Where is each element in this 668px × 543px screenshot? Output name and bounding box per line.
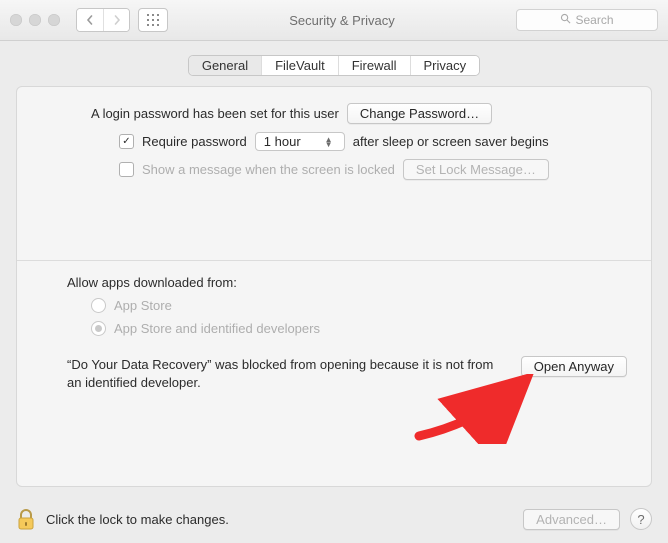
back-button[interactable] <box>77 9 103 31</box>
blocked-app-message: “Do Your Data Recovery” was blocked from… <box>67 356 507 391</box>
tab-bar: General FileVault Firewall Privacy <box>188 55 480 76</box>
lock-hint-text: Click the lock to make changes. <box>46 512 513 527</box>
forward-button[interactable] <box>103 9 129 31</box>
window-title: Security & Privacy <box>176 13 508 28</box>
stepper-icon: ▲▼ <box>325 137 333 147</box>
advanced-button[interactable]: Advanced… <box>523 509 620 530</box>
security-privacy-window: Security & Privacy Search General FileVa… <box>0 0 668 543</box>
set-lock-message-button: Set Lock Message… <box>403 159 549 180</box>
help-button[interactable]: ? <box>630 508 652 530</box>
allow-apps-heading: Allow apps downloaded from: <box>67 275 237 290</box>
require-password-checkbox[interactable] <box>119 134 134 149</box>
radio-app-store-label: App Store <box>114 298 172 313</box>
show-all-prefs-button[interactable] <box>138 8 168 32</box>
radio-identified-developers-label: App Store and identified developers <box>114 321 320 336</box>
footer: Click the lock to make changes. Advanced… <box>0 499 668 543</box>
titlebar: Security & Privacy Search <box>0 0 668 41</box>
tab-firewall[interactable]: Firewall <box>339 56 411 75</box>
open-anyway-button[interactable]: Open Anyway <box>521 356 627 377</box>
tab-privacy[interactable]: Privacy <box>411 56 480 75</box>
tab-row: General FileVault Firewall Privacy <box>0 41 668 86</box>
require-password-label: Require password <box>142 134 247 149</box>
show-message-label: Show a message when the screen is locked <box>142 162 395 177</box>
lock-icon[interactable] <box>16 507 36 531</box>
after-sleep-text: after sleep or screen saver begins <box>353 134 549 149</box>
general-panel: A login password has been set for this u… <box>16 86 652 487</box>
nav-back-forward <box>76 8 130 32</box>
search-placeholder: Search <box>575 13 613 27</box>
show-message-checkbox[interactable] <box>119 162 134 177</box>
require-password-delay-select[interactable]: 1 hour ▲▼ <box>255 132 345 151</box>
change-password-button[interactable]: Change Password… <box>347 103 492 124</box>
radio-app-store <box>91 298 106 313</box>
search-icon <box>560 13 571 27</box>
zoom-window-button[interactable] <box>48 14 60 26</box>
tab-filevault[interactable]: FileVault <box>262 56 339 75</box>
tab-general[interactable]: General <box>189 56 262 75</box>
minimize-window-button[interactable] <box>29 14 41 26</box>
login-password-set-text: A login password has been set for this u… <box>91 106 339 121</box>
close-window-button[interactable] <box>10 14 22 26</box>
search-input[interactable]: Search <box>516 9 658 31</box>
require-password-delay-value: 1 hour <box>264 134 301 149</box>
radio-identified-developers <box>91 321 106 336</box>
section-divider <box>17 260 651 261</box>
window-controls <box>10 14 60 26</box>
